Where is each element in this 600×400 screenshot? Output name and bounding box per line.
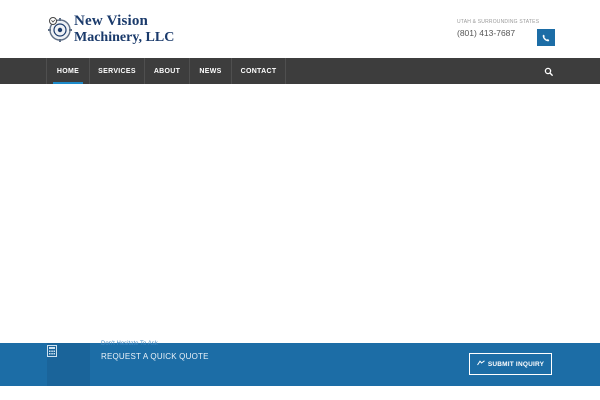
logo-line-1: New Vision — [74, 12, 149, 29]
banner-subtitle: Don't Hesitate To Ask — [101, 341, 158, 347]
logo-line-2: Machinery, LLC — [74, 29, 175, 45]
service-region: UTAH & SURROUNDING STATES — [457, 19, 540, 25]
nav-item-about[interactable]: ABOUT — [145, 58, 190, 84]
main-navigation: HOME SERVICES ABOUT NEWS CONTACT — [0, 58, 600, 84]
nav-item-news[interactable]: NEWS — [190, 58, 232, 84]
site-logo[interactable]: New Vision Machinery, LLC — [46, 12, 174, 46]
gear-logo-icon — [46, 14, 72, 44]
nav-item-contact[interactable]: CONTACT — [232, 58, 286, 84]
quote-banner: Don't Hesitate To Ask REQUEST A QUICK QU… — [0, 341, 600, 386]
page: New Vision Machinery, LLC UTAH & SURROUN… — [0, 0, 600, 400]
calculator-icon — [47, 344, 57, 357]
call-button[interactable] — [537, 29, 555, 46]
submit-inquiry-label: SUBMIT INQUIRY — [487, 360, 545, 368]
nav-item-home[interactable]: HOME — [47, 58, 90, 84]
phone-icon — [542, 29, 550, 47]
nav-menu: HOME SERVICES ABOUT NEWS CONTACT — [46, 58, 286, 84]
submit-inquiry-button[interactable]: SUBMIT INQUIRY — [469, 353, 552, 375]
phone-number[interactable]: (801) 413-7687 — [457, 28, 539, 38]
search-icon[interactable] — [543, 65, 555, 77]
banner-title: REQUEST A QUICK QUOTE — [101, 352, 209, 361]
header-contact: UTAH & SURROUNDING STATES (801) 413-7687 — [457, 19, 539, 38]
quote-icon-box — [47, 343, 90, 386]
send-icon — [476, 360, 488, 368]
site-header: New Vision Machinery, LLC UTAH & SURROUN… — [0, 0, 600, 58]
nav-item-services[interactable]: SERVICES — [90, 58, 145, 84]
